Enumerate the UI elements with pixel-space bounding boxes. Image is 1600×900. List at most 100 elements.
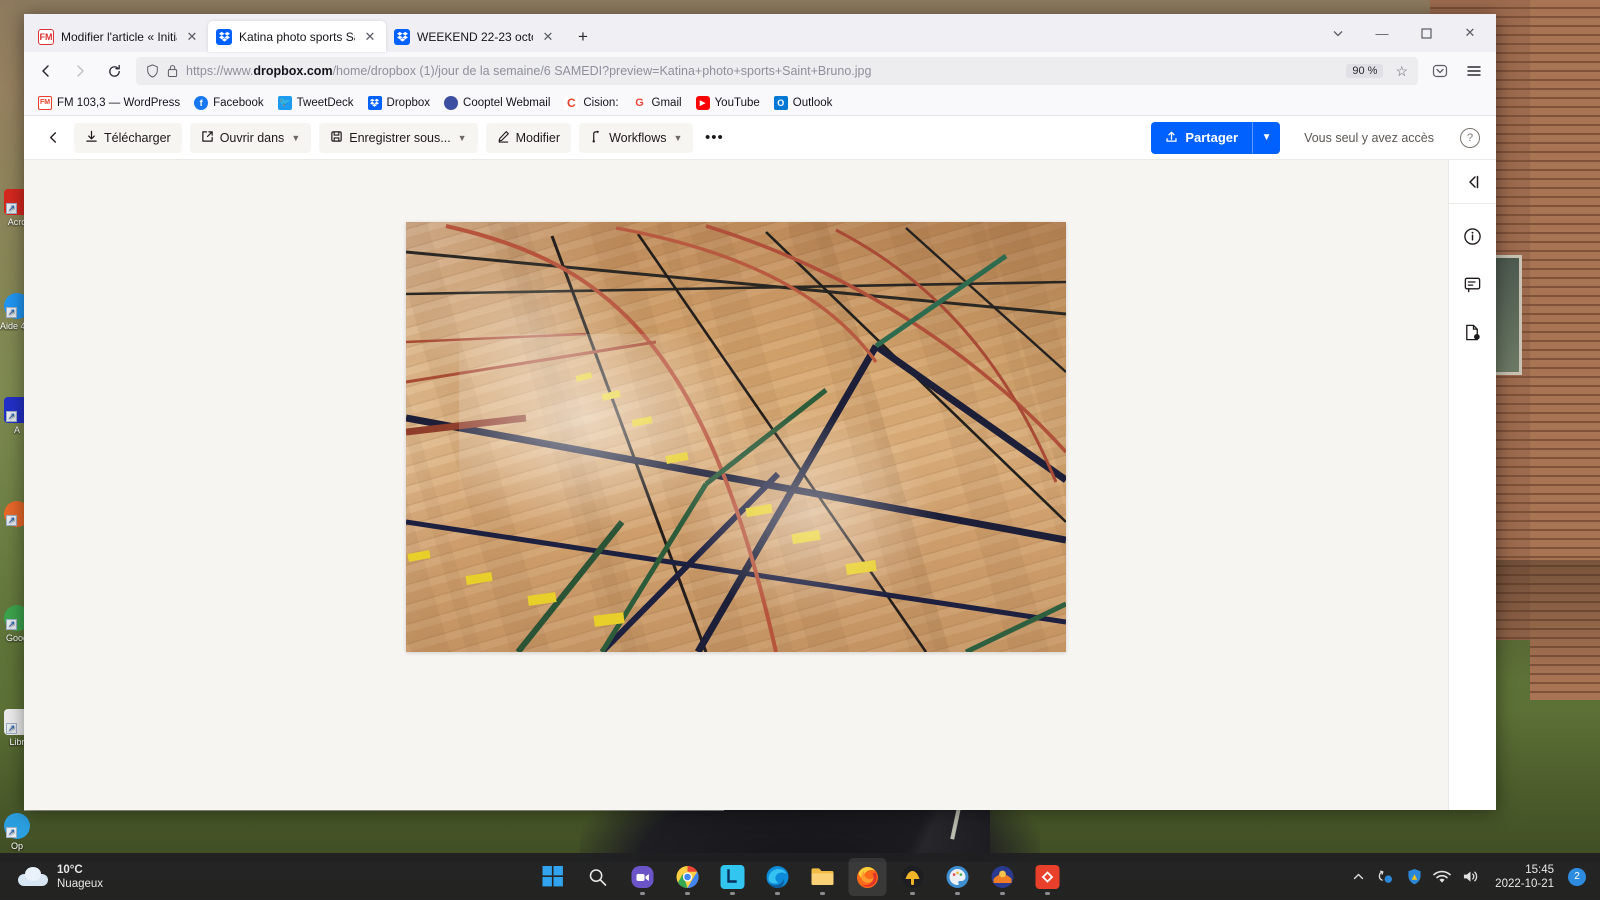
dropbox-preview-page: Télécharger Ouvrir dans ▼ Enregistrer so…	[24, 116, 1496, 810]
browser-tab-dropbox-active[interactable]: Katina photo sports Saint Brun ✕	[208, 21, 386, 52]
adobe-icon[interactable]	[1029, 858, 1067, 896]
system-tray: 15:45 2022-10-21 2	[1349, 863, 1600, 891]
bookmark-dropbox[interactable]: Dropbox	[362, 94, 436, 112]
shortcut-arrow-icon: ↗	[6, 723, 17, 734]
bookmark-gmail[interactable]: G Gmail	[627, 94, 688, 112]
clock-date: 2022-10-21	[1495, 878, 1554, 890]
folder-icon[interactable]	[804, 858, 842, 896]
close-icon[interactable]: ✕	[540, 29, 556, 45]
more-options-button[interactable]: •••	[701, 125, 727, 151]
taskbar-clock[interactable]: 15:45 2022-10-21	[1495, 863, 1554, 891]
close-icon[interactable]: ✕	[184, 29, 200, 45]
bookmark-youtube[interactable]: ▶ YouTube	[690, 94, 766, 112]
minimize-button[interactable]: —	[1360, 18, 1404, 48]
paint-icon[interactable]	[939, 858, 977, 896]
bookmarks-toolbar: FM FM 103,3 — WordPress f Facebook 🐦 Twe…	[24, 90, 1496, 116]
pocket-icon[interactable]	[1424, 56, 1456, 86]
bookmark-label: Cooptel Webmail	[463, 97, 550, 109]
url-text[interactable]: https://www.dropbox.com/home/dropbox (1)…	[186, 64, 1338, 78]
bookmark-label: FM 103,3 — WordPress	[57, 97, 180, 109]
comment-bubble-icon[interactable]	[1457, 268, 1489, 300]
zoom-level-indicator[interactable]: 90 %	[1346, 64, 1383, 78]
bookmark-outlook[interactable]: O Outlook	[768, 94, 839, 112]
shortcut-arrow-icon: ↗	[6, 515, 17, 526]
open-in-icon	[201, 130, 214, 146]
save-as-button[interactable]: Enregistrer sous... ▼	[319, 123, 477, 153]
hamburger-menu-icon[interactable]	[1458, 56, 1490, 86]
speaker-icon[interactable]	[1461, 868, 1479, 886]
shortcut-arrow-icon: ↗	[6, 307, 17, 318]
share-button-group: Partager ▼	[1151, 122, 1280, 154]
reaper-icon[interactable]	[984, 858, 1022, 896]
weather-text: 10°C Nuageux	[57, 863, 103, 891]
lock-icon[interactable]	[167, 64, 178, 78]
bookmark-label: Dropbox	[387, 97, 430, 109]
shortcut-arrow-icon: ↗	[6, 827, 17, 838]
edge-icon[interactable]	[759, 858, 797, 896]
shortcut-arrow-icon: ↗	[6, 203, 17, 214]
bookmark-label: Facebook	[213, 97, 264, 109]
close-icon[interactable]: ✕	[362, 29, 378, 45]
start-button[interactable]	[534, 858, 572, 896]
bookmark-label: Gmail	[652, 97, 682, 109]
edit-button[interactable]: Modifier	[486, 123, 571, 153]
lightroom-icon[interactable]	[714, 858, 752, 896]
window-controls: — ✕	[1316, 18, 1492, 48]
bookmark-facebook[interactable]: f Facebook	[188, 94, 270, 112]
info-circle-icon[interactable]	[1457, 220, 1489, 252]
preview-image[interactable]	[406, 222, 1066, 652]
shield-icon[interactable]	[146, 64, 159, 78]
firefox-icon[interactable]	[849, 858, 887, 896]
security-warning-icon[interactable]	[1405, 868, 1423, 886]
floor-glare-center	[670, 403, 947, 627]
browser-tab-weekend[interactable]: WEEKEND 22-23 octobre - Wor ✕	[386, 21, 564, 52]
chevron-down-icon: ▼	[458, 133, 467, 143]
clock-time: 15:45	[1525, 864, 1554, 876]
save-as-icon	[330, 130, 343, 146]
chevron-left-icon[interactable]	[40, 125, 66, 151]
facebook-icon: f	[194, 96, 208, 110]
image-preview-area	[24, 160, 1448, 810]
bookmark-fm1033[interactable]: FM FM 103,3 — WordPress	[32, 94, 186, 112]
reload-icon[interactable]	[98, 56, 130, 86]
list-all-tabs-icon[interactable]	[1316, 18, 1360, 48]
close-button[interactable]: ✕	[1448, 18, 1492, 48]
workflows-icon	[590, 130, 603, 146]
help-icon[interactable]: ?	[1460, 128, 1480, 148]
desktop-icon-label: Op	[0, 841, 34, 851]
access-status-text: Vous seul y avez accès	[1304, 131, 1434, 145]
collapse-panel-button[interactable]	[1449, 160, 1496, 204]
search-icon[interactable]	[579, 858, 617, 896]
back-icon[interactable]	[30, 56, 62, 86]
tab-strip: FM Modifier l'article « Initiation au ✕ …	[24, 14, 1496, 52]
chrome-icon[interactable]	[669, 858, 707, 896]
address-bar[interactable]: https://www.dropbox.com/home/dropbox (1)…	[136, 57, 1418, 85]
star-icon[interactable]: ☆	[1391, 63, 1412, 80]
open-in-button[interactable]: Ouvrir dans ▼	[190, 123, 312, 153]
browser-tab-wordpress[interactable]: FM Modifier l'article « Initiation au ✕	[30, 21, 208, 52]
chevron-up-icon[interactable]	[1349, 868, 1367, 886]
share-dropdown-caret[interactable]: ▼	[1252, 122, 1280, 154]
audacity-icon[interactable]	[894, 858, 932, 896]
button-label: Télécharger	[104, 131, 171, 145]
workflows-button[interactable]: Workflows ▼	[579, 123, 693, 153]
bookmark-label: YouTube	[715, 97, 760, 109]
notification-badge[interactable]: 2	[1568, 868, 1586, 886]
bookmark-cision[interactable]: C Cision:	[558, 94, 624, 112]
share-button[interactable]: Partager	[1151, 122, 1252, 154]
share-upload-icon	[1165, 130, 1178, 146]
bookmark-tweetdeck[interactable]: 🐦 TweetDeck	[272, 94, 360, 112]
onedrive-sync-icon[interactable]	[1377, 868, 1395, 886]
bookmark-cooptel[interactable]: Cooptel Webmail	[438, 94, 556, 112]
edit-pencil-icon	[497, 130, 510, 146]
download-button[interactable]: Télécharger	[74, 123, 182, 153]
weather-widget[interactable]: 10°C Nuageux	[0, 863, 117, 891]
new-tab-button[interactable]: +	[568, 22, 598, 52]
wifi-icon[interactable]	[1433, 868, 1451, 886]
file-activity-icon[interactable]	[1457, 316, 1489, 348]
teams-camera-icon[interactable]	[624, 858, 662, 896]
bookmark-label: TweetDeck	[297, 97, 354, 109]
cooptel-icon	[444, 96, 458, 110]
chevron-down-icon: ▼	[291, 133, 300, 143]
maximize-button[interactable]	[1404, 18, 1448, 48]
